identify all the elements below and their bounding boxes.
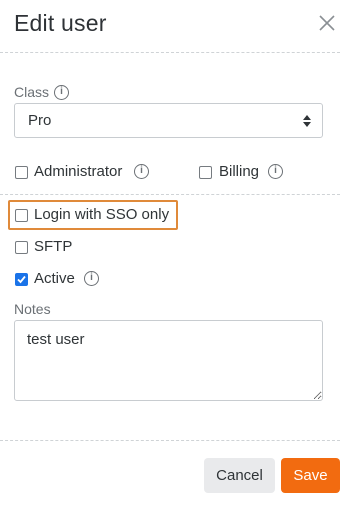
- active-checkbox[interactable]: [15, 273, 28, 286]
- divider: [0, 194, 340, 195]
- notes-textarea[interactable]: test user: [14, 320, 323, 401]
- billing-info-icon[interactable]: i: [268, 164, 283, 179]
- billing-label: Billing: [219, 163, 260, 180]
- sftp-checkbox[interactable]: [15, 241, 28, 254]
- class-select[interactable]: Pro: [14, 103, 323, 138]
- divider: [0, 52, 340, 53]
- class-select-value: Pro: [28, 112, 52, 129]
- close-icon[interactable]: [318, 14, 336, 32]
- dialog-title: Edit user: [14, 10, 107, 36]
- divider: [0, 440, 340, 441]
- sftp-label: SFTP: [34, 238, 73, 255]
- administrator-info-icon[interactable]: i: [134, 164, 149, 179]
- active-info-icon[interactable]: i: [84, 271, 99, 286]
- class-label: Class: [14, 84, 50, 100]
- save-button[interactable]: Save: [281, 458, 340, 493]
- administrator-label: Administrator: [34, 163, 123, 180]
- sso-only-label: Login with SSO only: [34, 206, 170, 223]
- checkmark-icon: [17, 275, 26, 284]
- notes-label: Notes: [14, 301, 51, 317]
- billing-checkbox[interactable]: [199, 166, 212, 179]
- cancel-button[interactable]: Cancel: [204, 458, 275, 493]
- administrator-checkbox[interactable]: [15, 166, 28, 179]
- sso-only-checkbox[interactable]: [15, 209, 28, 222]
- active-label: Active: [34, 270, 75, 287]
- sort-arrows-icon: [303, 115, 311, 127]
- info-icon[interactable]: i: [54, 85, 69, 100]
